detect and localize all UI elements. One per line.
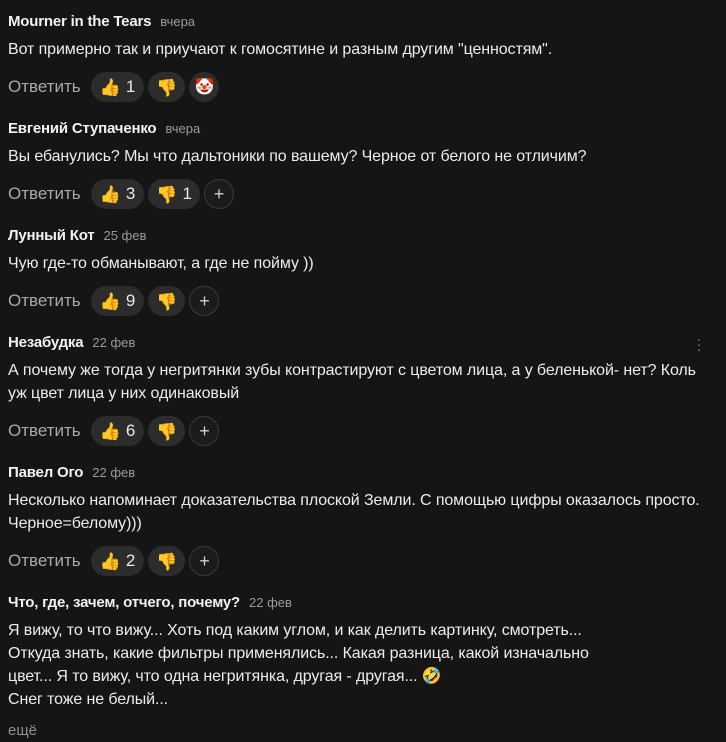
comment-date: вчера [165,121,201,136]
thumbs-down-icon: 👍 [156,77,178,97]
plus-icon: + [199,550,210,571]
clown-emoji-icon: 🤡 [194,79,215,96]
comment-text: Несколько напоминает доказательства плос… [8,492,700,532]
add-reaction-button[interactable]: + [189,546,220,576]
comment-author[interactable]: Незабудка [8,334,84,351]
like-count: 3 [125,184,136,203]
comment-text: Вот примерно так и приучают к гомосятине… [8,41,553,58]
plus-icon: + [199,290,210,311]
comment-author[interactable]: Что, где, зачем, отчего, почему? [8,594,240,611]
thumbs-down-icon: 👍 [156,184,178,204]
dislike-button[interactable]: 👍 1 [148,179,200,209]
comment-date: вчера [160,14,196,29]
dislike-count: 1 [182,184,192,203]
comment-author[interactable]: Евгений Ступаченко [8,120,157,137]
comment-text: Вы ебанулись? Мы что дальтоники по вашем… [8,148,587,165]
like-button[interactable]: 👍 6 [90,416,145,446]
dislike-button[interactable]: 👍 [148,416,186,446]
add-reaction-button[interactable]: + [189,416,220,446]
comment-meta: Лунный Кот 25 фев [8,214,718,249]
comment-actions: Ответить 👍 9 👍 + [8,285,718,317]
kebab-menu-icon[interactable]: · · · [696,332,702,356]
thumbs-down-icon: 👍 [156,551,178,571]
comment-date: 22 фев [92,335,136,350]
comment-text-line: цвет... Я то вижу, что одна негритянка, … [8,668,442,685]
comment: · · · Незабудка 22 фев А почему же тогда у… [8,321,718,447]
clown-reaction-button[interactable]: 🤡 [189,72,220,102]
plus-icon: + [213,183,225,204]
add-reaction-button[interactable]: + [203,179,234,209]
reply-button[interactable]: Ответить [8,291,81,311]
like-count: 1 [125,77,136,96]
reply-button[interactable]: Ответить [8,421,81,441]
comment-meta: Что, где, зачем, отчего, почему? 22 фев [8,581,718,616]
thumbs-up-icon: 👍 [99,184,121,204]
thumbs-down-icon: 👍 [156,291,178,311]
comment-meta: Евгений Ступаченко вчера [8,107,718,142]
comment-author[interactable]: Mourner in the Tears [8,13,151,30]
comment-actions: Ответить 👍 6 👍 + [8,415,718,447]
comment-text: А почему же тогда у негритянки зубы конт… [8,362,696,402]
like-count: 6 [125,421,136,440]
add-reaction-button[interactable]: + [189,286,220,316]
comment-actions: Ответить 👍 3 👍 1 + [8,178,718,210]
comment-actions: Ответить 👍 2 👍 + [8,545,718,577]
thumbs-up-icon: 👍 [99,291,121,311]
comment-meta: Павел Ого 22 фев [8,451,718,486]
dislike-button[interactable]: 👍 [148,286,186,316]
comment-text-line: Снег тоже не белый... [8,691,169,708]
comments-list: Mourner in the Tears вчера Вот примерно … [8,0,718,711]
comment-meta: Незабудка 22 фев [8,321,718,356]
comment-text-line: Я вижу, то что вижу... Хоть под каким уг… [8,622,582,639]
reply-button[interactable]: Ответить [8,184,81,204]
comment-author[interactable]: Павел Ого [8,464,83,481]
comment: Mourner in the Tears вчера Вот примерно … [8,0,718,103]
comment-meta: Mourner in the Tears вчера [8,0,718,35]
comment-text-line: Откуда знать, какие фильтры применялись.… [8,645,589,662]
like-button[interactable]: 👍 2 [90,546,145,576]
like-count: 2 [125,551,136,570]
comment-date: 22 фев [249,595,292,610]
comment: Лунный Кот 25 фев Чую где-то обманывают,… [8,214,718,317]
comment: Павел Ого 22 фев Несколько напоминает до… [8,451,718,577]
comment: Евгений Ступаченко вчера Вы ебанулись? М… [8,107,718,210]
thumbs-up-icon: 👍 [99,421,121,441]
like-button[interactable]: 👍 1 [90,72,145,102]
thumbs-up-icon: 👍 [99,551,121,571]
like-count: 9 [125,291,136,310]
comment-date: 22 фев [92,465,136,480]
show-more-link[interactable]: ещё [8,722,37,739]
like-button[interactable]: 👍 3 [90,179,145,209]
like-button[interactable]: 👍 9 [90,286,145,316]
plus-icon: + [199,420,210,441]
comment-text: Я вижу, то что вижу... Хоть под каким уг… [8,619,718,711]
comment-text: Чую где-то обманывают, а где не пойму )) [8,255,314,272]
comment-date: 25 фев [103,228,147,243]
comment-actions: Ответить 👍 1 👍 🤡 [8,71,718,103]
comment-author[interactable]: Лунный Кот [8,227,95,244]
reply-button[interactable]: Ответить [8,551,81,571]
dislike-button[interactable]: 👍 [148,546,186,576]
reply-button[interactable]: Ответить [8,77,81,97]
thumbs-up-icon: 👍 [99,77,121,97]
comment: Что, где, зачем, отчего, почему? 22 фев … [8,581,718,711]
thumbs-down-icon: 👍 [156,421,178,441]
dislike-button[interactable]: 👍 [148,72,186,102]
